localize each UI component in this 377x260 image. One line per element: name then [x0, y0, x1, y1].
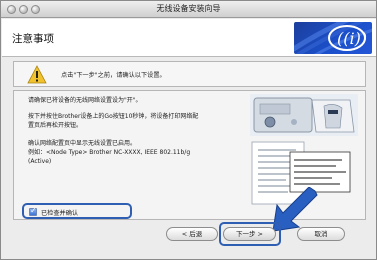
wizard-window: 无线设备安装向导 注意事项 ((i)) 点击"下一步"之前，请确认以下设置。 请…: [0, 0, 377, 260]
title-bar: 无线设备安装向导: [1, 1, 376, 18]
confirm-checkbox-label[interactable]: 已检查并确认: [41, 208, 78, 217]
notice-text: 点击"下一步"之前，请确认以下设置。: [61, 72, 166, 79]
brother-wireless-logo: ((i)): [294, 22, 372, 54]
instruction-example-cont: (Active): [28, 158, 52, 165]
svg-text:((i)): ((i)): [337, 29, 367, 48]
wizard-header: 注意事项 ((i)): [2, 19, 376, 57]
back-button[interactable]: < 后退: [166, 227, 218, 241]
checkmark-icon: ✓: [30, 206, 37, 215]
instruction-print-config: 按下并按住Brother设备上的Go按钮10秒钟，将设备打印网络配: [28, 113, 199, 120]
notice-box: 点击"下一步"之前，请确认以下设置。: [13, 61, 366, 87]
device-press-go-illustration: [250, 94, 358, 136]
confirm-checkbox[interactable]: ✓: [29, 206, 37, 216]
warning-icon: [27, 65, 47, 84]
page-title: 注意事项: [12, 33, 54, 45]
cancel-button[interactable]: 取消: [297, 227, 345, 241]
instruction-wireless-on: 请确保已将设备的无线网络设置设为"开"。: [28, 97, 142, 104]
instruction-confirm-enabled: 确认网络配置页中显示无线设置已启用。: [28, 140, 137, 147]
window-title: 无线设备安装向导: [156, 4, 221, 13]
instruction-example: 例如：<Node Type> Brother NC-XXXX, IEEE 802…: [28, 149, 191, 156]
confirm-checkbox-highlight: ✓ 已检查并确认: [22, 203, 132, 219]
next-button[interactable]: 下一步 >: [223, 227, 276, 241]
instruction-print-config-cont: 置页后再松开按钮。: [28, 122, 83, 129]
